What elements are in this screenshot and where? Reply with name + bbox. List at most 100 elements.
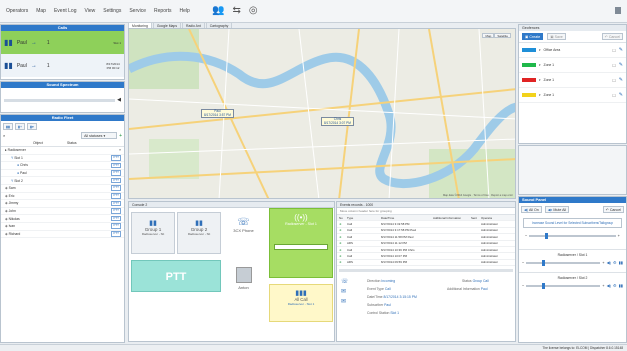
radio-transfer-icon[interactable]: ⇆ — [232, 5, 240, 16]
cancel-geofence-button[interactable]: ↶ Cancel — [601, 33, 623, 40]
edit-icon[interactable]: ✎ — [619, 62, 623, 68]
tree-node-sam[interactable]: ◈ Sam PTT — [1, 185, 124, 193]
menu-settings[interactable]: Settings — [99, 0, 125, 23]
group2-tile[interactable]: ▮▮ Group 2 Radioserver - Slt — [177, 212, 221, 254]
tree-node-paul[interactable]: ● Paul PTT — [1, 170, 124, 178]
column-status[interactable]: Status — [67, 141, 77, 145]
map-type-satellite[interactable]: Satellite — [494, 33, 511, 38]
col-datetime[interactable]: Date/Time — [381, 216, 433, 220]
ptt-big-button[interactable]: PTT — [131, 260, 221, 292]
dropdown-icon[interactable]: ▾ — [539, 48, 541, 52]
tree-node-radioserver[interactable]: ▸ Radioserver » — [1, 147, 124, 155]
ptt-button[interactable]: PTT — [111, 223, 121, 230]
ptt-button[interactable]: PTT — [111, 170, 121, 176]
plus-icon[interactable]: + — [602, 260, 604, 265]
menu-help[interactable]: Help — [176, 0, 194, 23]
tree-node-richard[interactable]: ◈ Richard PTT — [1, 231, 124, 239]
settings-icon[interactable]: ⚙ — [613, 260, 617, 265]
tree-node-slot1[interactable]: Y Slot 1 PTT — [1, 155, 124, 163]
geofence-color[interactable] — [522, 93, 536, 97]
settings-icon[interactable]: ⚙ — [613, 283, 617, 288]
geofence-color[interactable] — [522, 63, 536, 67]
geofence-item[interactable]: ▾ Zone 1 ☐ ✎ — [519, 88, 626, 103]
add-icon[interactable]: + — [119, 133, 122, 139]
channel-volume-slider[interactable] — [526, 282, 601, 289]
call-row[interactable]: ▮▮ Paul → 1 8/17/2014 PM 00:12 — [1, 54, 124, 77]
group-icon[interactable]: ▮▮ — [619, 283, 623, 288]
radio-slot-tile[interactable]: ((•)) Radioserver - Slot 1 — [269, 208, 333, 278]
tree-node-eric[interactable]: ◈ Eric PTT — [1, 193, 124, 201]
master-volume-slider[interactable] — [529, 232, 616, 239]
ptt-button[interactable]: PTT — [111, 162, 121, 169]
spectrum-slider[interactable] — [4, 98, 116, 102]
increase-sound-box[interactable]: Increase Sound Level for Selected Subscr… — [523, 218, 622, 228]
ptt-button[interactable]: PTT — [111, 177, 121, 184]
users-icon[interactable]: 👥 — [212, 5, 224, 16]
col-operator[interactable]: Operator — [481, 216, 492, 220]
ptt-button[interactable]: PTT — [111, 155, 121, 161]
status-filter-dropdown[interactable]: All statuses ▾ — [81, 132, 118, 139]
channel-volume-slider[interactable] — [526, 259, 601, 266]
ptt-button[interactable]: PTT — [111, 231, 121, 237]
ptt-button[interactable]: PTT — [111, 185, 121, 192]
col-no[interactable]: No — [337, 216, 347, 220]
speaker-icon[interactable]: ◀) — [607, 283, 611, 288]
panel-toggle-icon[interactable] — [615, 7, 621, 14]
ptt-button[interactable]: PTT — [111, 208, 121, 214]
geofence-item[interactable]: ▾ Zone 1 ☐ ✎ — [519, 58, 626, 73]
checkbox-icon[interactable]: ☐ — [612, 93, 616, 98]
event-row[interactable]: ➜ ARS 8/17/2014 09:59 PM Administrator — [337, 260, 515, 267]
ptt-button[interactable]: PTT — [111, 200, 121, 207]
group-icon[interactable]: ▮▮ — [619, 260, 623, 265]
fleet-group-button[interactable]: ▮▮ — [3, 123, 13, 130]
sound-cancel-button[interactable]: ↶ Cancel — [602, 206, 624, 213]
speaker-icon[interactable]: ◀) — [607, 260, 611, 265]
menu-reports[interactable]: Reports — [150, 0, 176, 23]
fleet-add-button[interactable]: ▮▾ — [27, 123, 37, 130]
plus-icon[interactable]: + — [602, 283, 604, 288]
events-scrollbar[interactable] — [339, 269, 513, 273]
fleet-user-button[interactable]: ▮+ — [14, 123, 26, 130]
col-sent[interactable]: Sent — [471, 216, 481, 220]
geofence-item[interactable]: ▾ Zone 1 ☐ ✎ — [519, 73, 626, 88]
tree-node-jimmy[interactable]: ◈ Jimmy PTT — [1, 200, 124, 208]
checkbox-icon[interactable]: ☐ — [612, 78, 616, 83]
minus-icon[interactable]: − — [525, 233, 527, 238]
minus-icon[interactable]: − — [522, 283, 524, 288]
map-marker-chris[interactable]: Chris 8/17/2014 3:07 PM — [321, 117, 354, 127]
ptt-button[interactable]: PTT — [111, 215, 121, 222]
create-geofence-button[interactable]: ▣ Create — [522, 33, 544, 40]
tree-node-john[interactable]: ◈ John PTT — [1, 208, 124, 216]
speaker-icon[interactable]: ◀ — [117, 97, 121, 103]
minus-icon[interactable]: − — [522, 260, 524, 265]
tree-node-ivan[interactable]: ◈ Ivan PTT — [1, 223, 124, 231]
geofence-color[interactable] — [522, 78, 536, 82]
geofence-item[interactable]: ▾ Office Area ☐ ✎ — [519, 43, 626, 58]
checkbox-icon[interactable]: ☐ — [612, 63, 616, 68]
menu-view[interactable]: View — [81, 0, 100, 23]
tree-node-chris[interactable]: ● Chris PTT — [1, 162, 124, 170]
col-type[interactable]: Type — [347, 216, 381, 220]
col-additional[interactable]: Additional Information — [433, 216, 471, 220]
all-call-tile[interactable]: ▮▮▮ All Call Radioserver - Slot 1 — [269, 284, 333, 322]
call-row-active[interactable]: ▮▮ Paul → 1 Slot 1 — [1, 31, 124, 54]
mute-all-button[interactable]: ◀x Mute All — [544, 206, 570, 213]
save-geofence-button[interactable]: ▣ Save — [547, 33, 566, 40]
dropdown-icon[interactable]: ▾ — [539, 63, 541, 67]
edit-icon[interactable]: ✎ — [619, 77, 623, 83]
map-type-map[interactable]: Map — [482, 33, 495, 38]
menu-operators[interactable]: Operators — [2, 0, 32, 23]
tree-node-nikolas[interactable]: ◈ Nikolas PTT — [1, 215, 124, 223]
more-icon[interactable]: » — [119, 148, 121, 152]
dropdown-icon[interactable]: ▾ — [539, 93, 541, 97]
edit-icon[interactable]: ✎ — [619, 92, 623, 98]
tree-node-slot2[interactable]: Y Slot 2 PTT — [1, 177, 124, 185]
menu-map[interactable]: Map — [32, 0, 50, 23]
map-marker-paul[interactable]: Paul 8/17/2014 3:57 PM — [201, 109, 234, 119]
dropdown-icon[interactable]: ▾ — [539, 78, 541, 82]
globe-icon[interactable]: ◎ — [249, 5, 258, 16]
anton-tile[interactable]: Anton — [225, 258, 262, 308]
all-on-button[interactable]: ◀) All On — [521, 206, 542, 213]
checkbox-icon[interactable]: ☐ — [612, 48, 616, 53]
group1-tile[interactable]: ▮▮ Group 1 Radioserver - Slt — [131, 212, 175, 254]
